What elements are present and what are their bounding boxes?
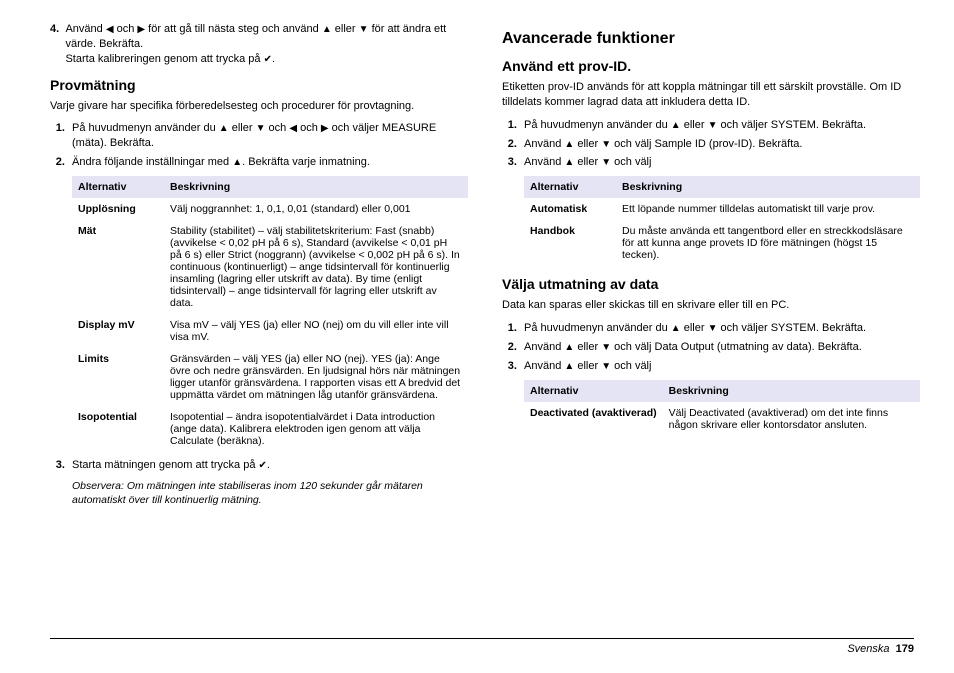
- check-icon: ✔: [264, 55, 272, 65]
- triangle-up-icon: ▲: [671, 121, 681, 131]
- provmatning-steps: På huvudmenyn använder du ▲ eller ▼ och …: [50, 121, 462, 170]
- table-row: AutomatiskEtt löpande nummer tilldelas a…: [524, 198, 920, 220]
- utmatning-steps: På huvudmenyn använder du ▲ eller ▼ och …: [502, 321, 914, 374]
- table-row: Display mVVisa mV – välj YES (ja) eller …: [72, 314, 468, 348]
- paragraph-prov-id: Etiketten prov-ID används för att koppla…: [502, 80, 914, 110]
- utmatning-table: AlternativBeskrivning Deactivated (avakt…: [524, 380, 920, 436]
- list-item: Använd ▲ eller ▼ och välj Data Output (u…: [520, 340, 914, 355]
- list-item: På huvudmenyn använder du ▲ eller ▼ och …: [68, 121, 462, 151]
- triangle-up-icon: ▲: [219, 124, 229, 134]
- triangle-up-icon: ▲: [322, 25, 332, 35]
- heading-utmatning: Välja utmatning av data: [502, 276, 914, 292]
- triangle-down-icon: ▼: [359, 25, 369, 35]
- table-row: Deactivated (avaktiverad)Välj Deactivate…: [524, 402, 920, 436]
- heading-advanced: Avancerade funktioner: [502, 30, 914, 48]
- triangle-up-icon: ▲: [671, 324, 681, 334]
- heading-provmatning: Provmätning: [50, 77, 462, 93]
- list-item: På huvudmenyn använder du ▲ eller ▼ och …: [520, 118, 914, 133]
- triangle-down-icon: ▼: [601, 362, 611, 372]
- triangle-up-icon: ▲: [232, 158, 242, 168]
- paragraph-utmatning: Data kan sparas eller skickas till en sk…: [502, 298, 914, 313]
- footer-page-number: 179: [896, 643, 914, 655]
- list-item: Starta mätningen genom att trycka på ✔.: [68, 458, 462, 473]
- prov-id-table: AlternativBeskrivning AutomatiskEtt löpa…: [524, 176, 920, 266]
- prov-id-steps: På huvudmenyn använder du ▲ eller ▼ och …: [502, 118, 914, 171]
- triangle-up-icon: ▲: [564, 362, 574, 372]
- triangle-left-icon: ◀: [106, 25, 114, 35]
- table-row: LimitsGränsvärden – välj YES (ja) eller …: [72, 348, 468, 406]
- triangle-down-icon: ▼: [601, 343, 611, 353]
- triangle-down-icon: ▼: [708, 324, 718, 334]
- table-row: MätStability (stabilitet) – välj stabili…: [72, 220, 468, 314]
- page-footer: Svenska 179: [50, 638, 914, 655]
- triangle-down-icon: ▼: [601, 158, 611, 168]
- check-icon: ✔: [259, 461, 267, 471]
- list-item: Använd ▲ eller ▼ och välj Sample ID (pro…: [520, 137, 914, 152]
- triangle-down-icon: ▼: [256, 124, 266, 134]
- table-row: UpplösningVälj noggrannhet: 1, 0,1, 0,01…: [72, 198, 468, 220]
- list-item: Ändra följande inställningar med ▲. Bekr…: [68, 155, 462, 170]
- page-columns: 4. Använd ◀ och ▶ för att gå till nästa …: [50, 22, 914, 511]
- triangle-up-icon: ▲: [564, 158, 574, 168]
- triangle-up-icon: ▲: [564, 140, 574, 150]
- list-item: Använd ▲ eller ▼ och välj: [520, 155, 914, 170]
- triangle-right-icon: ▶: [321, 124, 329, 134]
- right-column: Avancerade funktioner Använd ett prov-ID…: [502, 22, 914, 511]
- triangle-up-icon: ▲: [564, 343, 574, 353]
- provmatning-table: AlternativBeskrivning UpplösningVälj nog…: [72, 176, 468, 452]
- footer-language: Svenska: [847, 643, 889, 655]
- triangle-right-icon: ▶: [137, 25, 145, 35]
- heading-prov-id: Använd ett prov-ID.: [502, 58, 914, 74]
- provmatning-steps-cont: Starta mätningen genom att trycka på ✔.: [50, 458, 462, 473]
- list-item: Använd ▲ eller ▼ och välj: [520, 359, 914, 374]
- table-row: HandbokDu måste använda ett tangentbord …: [524, 220, 920, 266]
- paragraph-provmatning: Varje givare har specifika förberedelses…: [50, 99, 462, 114]
- note-text: Observera: Om mätningen inte stabilisera…: [72, 479, 462, 507]
- left-column: 4. Använd ◀ och ▶ för att gå till nästa …: [50, 22, 462, 511]
- table-row: IsopotentialIsopotential – ändra isopote…: [72, 406, 468, 452]
- list-item: På huvudmenyn använder du ▲ eller ▼ och …: [520, 321, 914, 336]
- step-4: 4. Använd ◀ och ▶ för att gå till nästa …: [50, 22, 462, 67]
- triangle-left-icon: ◀: [289, 124, 297, 134]
- triangle-down-icon: ▼: [601, 140, 611, 150]
- triangle-down-icon: ▼: [708, 121, 718, 131]
